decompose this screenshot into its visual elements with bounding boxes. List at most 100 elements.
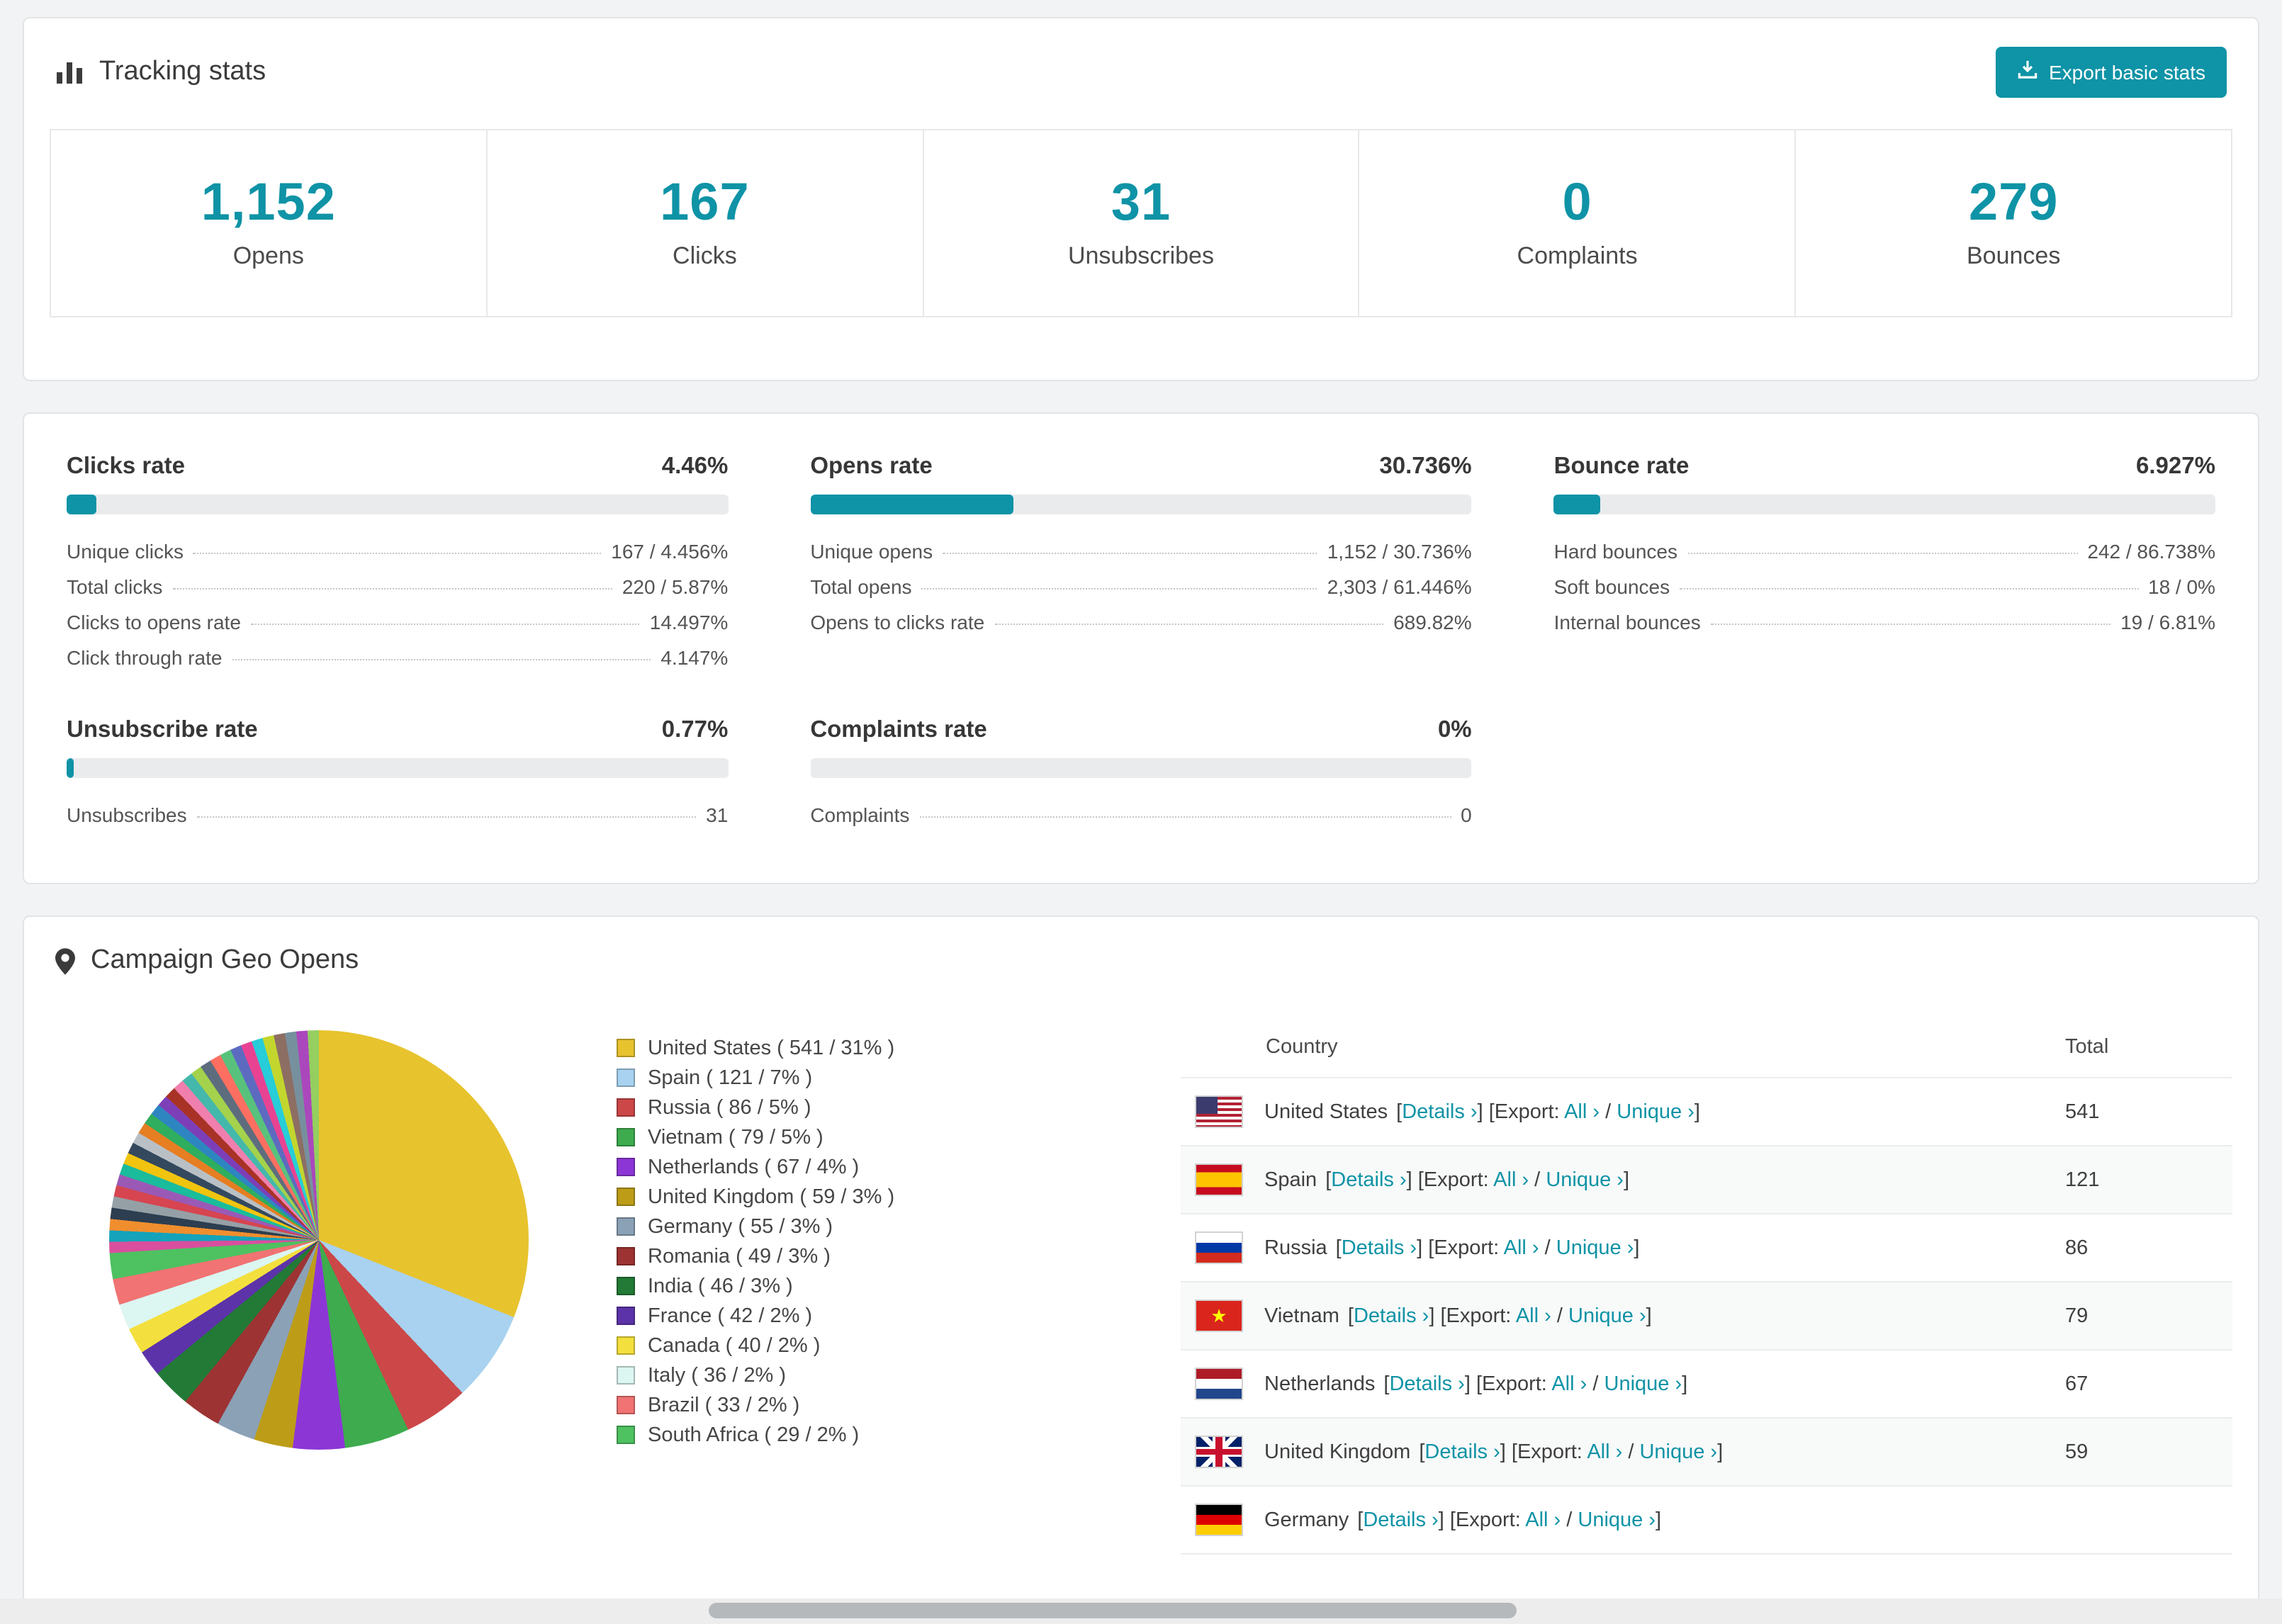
stat-value: 31: [1111, 173, 1171, 231]
rate-value: 6.927%: [2136, 453, 2215, 479]
rate-row-value: 242 / 86.738%: [2087, 539, 2215, 562]
country-row-links: [Details ›] [Export: All › / Unique ›]: [1336, 1236, 1640, 1259]
geo-table-row: Vietnam [Details ›] [Export: All › / Uni…: [1181, 1282, 2232, 1350]
legend-label: United States ( 541 / 31% ): [648, 1037, 895, 1059]
bracket-close: ]: [1694, 1100, 1700, 1123]
legend-item: Netherlands ( 67 / 4% ): [617, 1152, 894, 1182]
rate-block: Complaints rate 0% Complaints 0: [810, 717, 1472, 832]
dotted-leader: [172, 587, 612, 589]
geo-table-row: Netherlands [Details ›] [Export: All › /…: [1181, 1350, 2232, 1419]
export-unique-link[interactable]: Unique ›: [1604, 1372, 1682, 1395]
rate-row-label: Unsubscribes: [67, 803, 187, 825]
export-prefix: [Export:: [1440, 1304, 1516, 1327]
rate-title: Complaints rate: [810, 717, 987, 743]
tracking-stats-title-row: Tracking stats: [55, 57, 266, 88]
progress-bar: [810, 495, 1472, 514]
rate-block: Opens rate 30.736% Unique opens 1,152 / …: [810, 453, 1472, 675]
legend-label: France ( 42 / 2% ): [648, 1304, 813, 1327]
country-name: United States: [1264, 1100, 1388, 1123]
dotted-leader: [1710, 623, 2111, 624]
rate-row: Clicks to opens rate 14.497%: [67, 604, 728, 639]
tracking-stats-title: Tracking stats: [99, 57, 266, 86]
export-all-link[interactable]: All ›: [1564, 1100, 1600, 1123]
stat-cell: 279 Bounces: [1794, 130, 2231, 316]
progress-bar: [1553, 495, 2215, 514]
export-all-link[interactable]: All ›: [1493, 1168, 1529, 1191]
details-link[interactable]: Details ›: [1331, 1168, 1406, 1191]
rate-row: Unique opens 1,152 / 30.736%: [810, 533, 1471, 568]
geo-table-row: Spain [Details ›] [Export: All › / Uniqu…: [1181, 1146, 2232, 1214]
details-link[interactable]: Details ›: [1389, 1372, 1464, 1395]
geo-legend: United States ( 541 / 31% ) Spain ( 121 …: [617, 1033, 894, 1450]
progress-bar-fill: [1553, 495, 1600, 514]
geo-card: Campaign Geo Opens United States ( 541 /…: [23, 915, 2259, 1598]
stat-value: 1,152: [201, 173, 336, 231]
flag-us-icon: [1195, 1095, 1243, 1128]
geo-table-row: Germany [Details ›] [Export: All › / Uni…: [1181, 1487, 2232, 1555]
stat-label: Bounces: [1967, 242, 2061, 269]
country-name: Vietnam: [1264, 1304, 1339, 1327]
map-pin-icon: [55, 947, 75, 974]
rate-row-value: 220 / 5.87%: [622, 575, 729, 597]
stat-cell: 1,152 Opens: [51, 130, 486, 316]
dotted-leader: [196, 816, 697, 817]
export-basic-stats-button[interactable]: Export basic stats: [1995, 47, 2227, 98]
legend-swatch-icon: [617, 1247, 635, 1265]
rate-row: Hard bounces 242 / 86.738%: [1554, 533, 2215, 568]
export-unique-link[interactable]: Unique ›: [1578, 1509, 1656, 1531]
rates-grid: Clicks rate 4.46% Unique clicks 167 / 4.…: [24, 414, 2258, 883]
rate-rows: Unique clicks 167 / 4.456% Total clicks …: [67, 533, 728, 675]
horizontal-scrollbar-track[interactable]: [0, 1598, 2282, 1624]
export-unique-link[interactable]: Unique ›: [1617, 1100, 1694, 1123]
export-all-link[interactable]: All ›: [1525, 1509, 1561, 1531]
bracket-open: [: [1396, 1100, 1403, 1123]
country-total: 79: [2065, 1304, 2089, 1327]
country-total: 541: [2065, 1100, 2100, 1123]
export-unique-link[interactable]: Unique ›: [1546, 1168, 1624, 1191]
flag-de-icon: [1195, 1504, 1243, 1536]
country-row-links: [Details ›] [Export: All › / Unique ›]: [1396, 1100, 1700, 1123]
rate-head: Complaints rate 0%: [810, 717, 1471, 744]
legend-item: Vietnam ( 79 / 5% ): [617, 1122, 894, 1152]
rate-row-label: Total clicks: [67, 575, 163, 597]
details-link[interactable]: Details ›: [1363, 1509, 1438, 1531]
export-separator: /: [1529, 1168, 1546, 1191]
rate-row-value: 167 / 4.456%: [611, 539, 729, 562]
country-total: 121: [2065, 1168, 2100, 1191]
rate-row-label: Unique clicks: [67, 539, 184, 562]
geo-table-row: Russia [Details ›] [Export: All › / Uniq…: [1181, 1214, 2232, 1282]
details-link[interactable]: Details ›: [1424, 1440, 1500, 1463]
export-all-link[interactable]: All ›: [1516, 1304, 1551, 1327]
country-name: Netherlands: [1264, 1372, 1376, 1395]
page: Tracking stats Export basic stats 1,152 …: [0, 0, 2282, 1624]
geo-title: Campaign Geo Opens: [91, 945, 359, 975]
rate-row-label: Unique opens: [810, 539, 933, 562]
bracket-close: ]: [1406, 1168, 1418, 1191]
dotted-leader: [994, 623, 1384, 624]
rate-row-value: 1,152 / 30.736%: [1327, 539, 1472, 562]
rate-row-label: Click through rate: [67, 645, 223, 668]
export-all-link[interactable]: All ›: [1504, 1236, 1539, 1259]
export-all-link[interactable]: All ›: [1587, 1440, 1622, 1463]
rate-row-label: Soft bounces: [1553, 575, 1670, 597]
rate-title: Opens rate: [810, 453, 933, 479]
bracket-open: [: [1357, 1509, 1364, 1531]
export-all-link[interactable]: All ›: [1551, 1372, 1587, 1395]
country-row-links: [Details ›] [Export: All › / Unique ›]: [1357, 1509, 1661, 1531]
export-unique-link[interactable]: Unique ›: [1568, 1304, 1646, 1327]
details-link[interactable]: Details ›: [1402, 1100, 1477, 1123]
legend-item: United States ( 541 / 31% ): [617, 1033, 894, 1063]
details-link[interactable]: Details ›: [1354, 1304, 1429, 1327]
export-unique-link[interactable]: Unique ›: [1556, 1236, 1634, 1259]
export-unique-link[interactable]: Unique ›: [1639, 1440, 1717, 1463]
rate-row-value: 19 / 6.81%: [2120, 610, 2215, 633]
country-row-links: [Details ›] [Export: All › / Unique ›]: [1325, 1168, 1629, 1191]
legend-item: South Africa ( 29 / 2% ): [617, 1420, 894, 1450]
country-cell: United States [Details ›] [Export: All ›…: [1181, 1095, 2065, 1128]
stat-cell: 0 Complaints: [1358, 130, 1795, 316]
legend-swatch-icon: [617, 1307, 635, 1325]
geo-header: Campaign Geo Opens: [24, 917, 2258, 1005]
legend-item: India ( 46 / 3% ): [617, 1271, 894, 1301]
details-link[interactable]: Details ›: [1342, 1236, 1417, 1259]
horizontal-scrollbar-thumb[interactable]: [709, 1603, 1517, 1618]
